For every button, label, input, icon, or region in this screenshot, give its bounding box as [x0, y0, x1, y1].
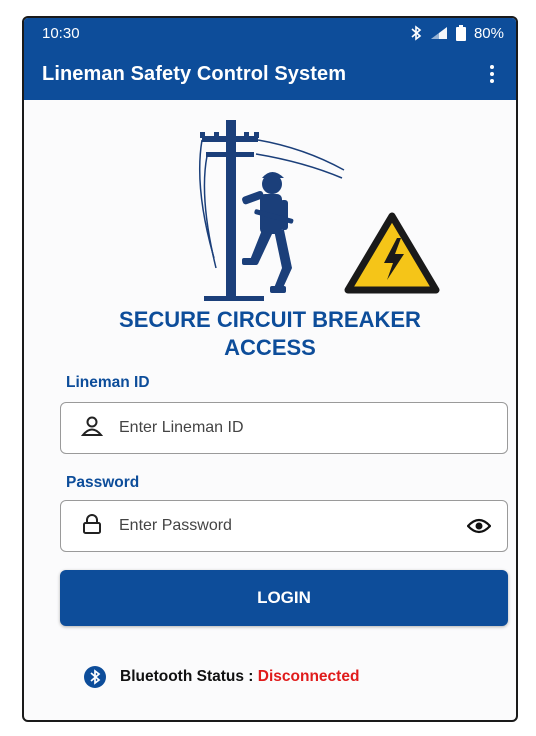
high-voltage-warning-icon: [344, 212, 440, 294]
lineman-id-field[interactable]: [60, 402, 508, 454]
bluetooth-status: Bluetooth Status : Disconnected: [84, 666, 359, 688]
app-bar: Lineman Safety Control System: [24, 48, 516, 100]
status-icons: 80%: [410, 25, 504, 42]
bluetooth-status-value: Disconnected: [257, 668, 360, 685]
battery-percent: 80%: [473, 24, 504, 42]
bluetooth-status-label: Bluetooth Status :: [120, 668, 254, 685]
lineman-figure-icon: [242, 172, 294, 293]
phone-screen: 10:30 80% Lineman Safety Control System: [22, 16, 518, 722]
bluetooth-icon: [84, 666, 106, 688]
signal-icon: [430, 26, 448, 40]
status-time: 10:30: [42, 24, 80, 42]
password-label: Password: [66, 474, 140, 491]
app-title: Lineman Safety Control System: [42, 62, 347, 85]
utility-pole-icon: [200, 120, 264, 301]
more-vert-icon[interactable]: [482, 59, 502, 89]
eye-icon[interactable]: [467, 517, 491, 535]
password-field[interactable]: [60, 500, 508, 552]
lineman-illustration: [198, 120, 440, 301]
lineman-id-label: Lineman ID: [66, 374, 150, 391]
lineman-id-input[interactable]: [119, 419, 491, 437]
bluetooth-status-icon: [410, 25, 422, 41]
page-title: SECURE CIRCUIT BREAKER ACCESS: [119, 307, 421, 360]
person-icon: [80, 415, 104, 442]
login-button[interactable]: LOGIN: [60, 570, 508, 626]
battery-icon: [455, 25, 466, 41]
password-input[interactable]: [119, 517, 467, 535]
status-bar: 10:30 80%: [24, 18, 516, 48]
lock-icon: [81, 513, 103, 540]
